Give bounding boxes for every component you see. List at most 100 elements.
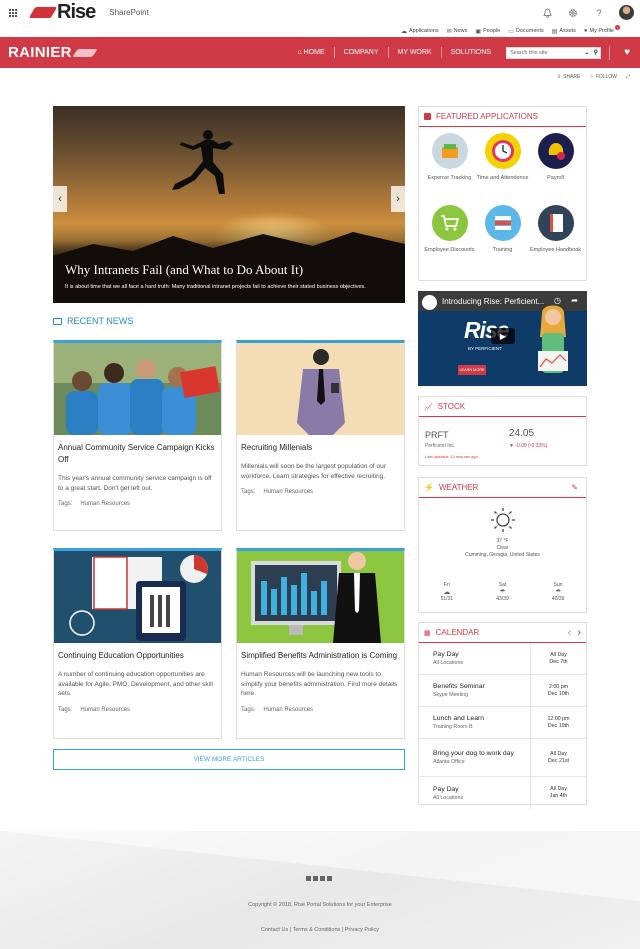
- featured-applications-header: FEATURED APPLICATIONS: [419, 107, 586, 127]
- quicklink-documents[interactable]: ▭ Documents: [508, 28, 544, 35]
- search-input[interactable]: Search this site ⌄ ⚲: [506, 46, 602, 59]
- forecast-day: Sat ☂ 43/39: [496, 582, 509, 603]
- linkedin-icon[interactable]: [320, 876, 325, 881]
- rise-logo-text: Rise: [57, 1, 96, 23]
- forecast-day: Fri ☁ 51/31: [441, 582, 454, 603]
- sharepoint-label[interactable]: SharePoint: [109, 8, 149, 17]
- quicklink-label: Applications: [408, 28, 439, 34]
- chevron-down-icon[interactable]: ⌄: [584, 49, 589, 56]
- hero-carousel[interactable]: ‹ › Why Intranets Fail (and What to Do A…: [53, 106, 405, 303]
- help-icon[interactable]: ?: [593, 7, 605, 19]
- nav-my-work[interactable]: MY WORK: [387, 47, 441, 58]
- intro-video[interactable]: Introducing Rise: Perficient... ◷ ➦ Rise…: [418, 291, 587, 386]
- play-button[interactable]: ▶: [491, 328, 515, 344]
- quicklink-people[interactable]: ▣ People: [475, 28, 500, 35]
- news-card[interactable]: Recruiting Millenials Millenials will so…: [236, 340, 405, 531]
- forecast-day-name: Sat: [498, 582, 507, 588]
- tag-link[interactable]: Human Resources: [263, 489, 313, 495]
- quicklink-label: Assets: [559, 28, 576, 34]
- event-title[interactable]: Lunch and Learn: [433, 715, 530, 723]
- news-card-title[interactable]: Continuing Education Opportunities: [54, 650, 221, 662]
- tag-link[interactable]: Human Resources: [263, 707, 313, 713]
- follow-button[interactable]: ☆ FOLLOW: [589, 74, 617, 80]
- calendar-event[interactable]: Pay Day All Locations All Day Jan 4th: [419, 777, 586, 809]
- hero-subtitle: It is about time that we all face a hard…: [65, 284, 366, 290]
- suite-bar: Rise SharePoint ?: [0, 0, 640, 25]
- volunteers-image: [54, 343, 221, 435]
- forecast-range: 51/31: [440, 596, 454, 602]
- heart-icon[interactable]: ♥: [624, 47, 630, 58]
- event-title[interactable]: Pay Day: [433, 651, 530, 659]
- calendar-event[interactable]: Lunch and Learn Training Room B 12:00 pm D…: [419, 707, 586, 739]
- calendar-event[interactable]: Benefits Seminar Skype Meeting 2:00 pm Dec…: [419, 675, 586, 707]
- news-card-title[interactable]: Annual Community Service Campaign Kicks …: [54, 442, 221, 466]
- app-employee-handbook[interactable]: Employee Handbook: [529, 205, 582, 269]
- nav-company[interactable]: COMPANY: [333, 47, 388, 58]
- rise-swoosh-icon: [28, 7, 58, 18]
- forecast-day-name: Fri: [443, 582, 450, 588]
- nav-divider: [609, 45, 611, 60]
- forecast-day-name: Sun: [553, 582, 563, 588]
- calendar-event[interactable]: Bring your dog to work day Atlanta Office…: [419, 739, 586, 777]
- nav-home[interactable]: ⌂ HOME: [288, 47, 333, 58]
- money-bag-icon: [537, 133, 574, 169]
- gear-icon[interactable]: [567, 7, 579, 19]
- tag-link[interactable]: Human Resources: [80, 501, 130, 507]
- stock-change: ▼ -0.08 (-0.33%): [509, 443, 548, 449]
- calendar-next-button[interactable]: ›: [577, 627, 581, 639]
- calendar-event[interactable]: Pay Day All Locations All Day Dec 7th: [419, 643, 586, 675]
- weather-widget: ⚡ WEATHER ✎ 37 °F Clear Cumming, Georgia…: [418, 477, 587, 613]
- avatar[interactable]: [619, 5, 634, 20]
- nav-solutions-label: SOLUTIONS: [450, 49, 492, 56]
- news-card-title[interactable]: Recruiting Millenials: [237, 442, 404, 454]
- app-launcher-button[interactable]: [0, 0, 26, 25]
- share-button[interactable]: ⇪ SHARE: [557, 74, 580, 80]
- app-expense-tracking[interactable]: Expense Tracking: [423, 133, 476, 197]
- education-image: [54, 551, 221, 643]
- stock-symbol: PRFT: [425, 430, 449, 440]
- rainier-logo[interactable]: RAINIER: [8, 44, 98, 61]
- carousel-prev-button[interactable]: ‹: [53, 186, 67, 212]
- stock-title: STOCK: [437, 402, 466, 411]
- tag-link[interactable]: Human Resources: [80, 707, 130, 713]
- app-payroll[interactable]: Payroll: [529, 133, 582, 197]
- quicklink-applications[interactable]: ☁ Applications: [401, 28, 439, 35]
- facebook-icon[interactable]: [306, 876, 311, 881]
- news-card[interactable]: Continuing Education Opportunities A num…: [53, 548, 222, 739]
- featured-applications-title: FEATURED APPLICATIONS: [436, 112, 538, 121]
- event-title[interactable]: Pay Day: [433, 786, 530, 794]
- hero-title[interactable]: Why Intranets Fail (and What to Do About…: [65, 262, 303, 278]
- quicklink-assets[interactable]: ▤ Assets: [552, 28, 576, 35]
- video-learn-more[interactable]: LEARN MORE: [458, 365, 486, 375]
- quicklink-my-profile[interactable]: ● My Profile!: [584, 25, 620, 34]
- focus-mode-button[interactable]: ⤢: [626, 74, 630, 80]
- news-card[interactable]: Annual Community Service Campaign Kicks …: [53, 340, 222, 531]
- quicklink-news[interactable]: ✉ News: [447, 28, 468, 35]
- event-date: Dec 21st: [548, 757, 569, 764]
- weather-condition: Clear: [496, 545, 509, 551]
- news-card[interactable]: Simplified Benefits Administration is Co…: [236, 548, 405, 739]
- event-title[interactable]: Benefits Seminar: [433, 683, 530, 691]
- search-icon[interactable]: ⚲: [594, 49, 598, 56]
- view-more-articles-button[interactable]: VIEW MORE ARTICLES: [53, 749, 405, 770]
- edit-icon[interactable]: ✎: [571, 483, 578, 492]
- app-employee-discounts[interactable]: Employee Discounts: [423, 205, 476, 269]
- nav-solutions[interactable]: SOLUTIONS: [440, 47, 500, 58]
- perficient-logo: [422, 295, 437, 310]
- weather-title: WEATHER: [438, 483, 479, 492]
- share-icon: ⇪: [556, 74, 562, 80]
- event-title[interactable]: Bring your dog to work day: [433, 750, 530, 758]
- calendar-prev-button[interactable]: ‹: [568, 627, 572, 639]
- rain-icon: ☂: [554, 589, 562, 596]
- news-card-title[interactable]: Simplified Benefits Administration is Co…: [237, 650, 404, 662]
- news-card-desc: Millenials will soon be the largest popu…: [241, 463, 386, 480]
- twitter-icon[interactable]: [313, 876, 318, 881]
- weather-header: ⚡ WEATHER ✎: [419, 478, 586, 498]
- app-time-and-attendence[interactable]: Time and Attendence: [476, 133, 529, 197]
- bell-icon[interactable]: [541, 7, 553, 19]
- app-training[interactable]: Training: [476, 205, 529, 269]
- carousel-next-button[interactable]: ›: [391, 186, 405, 212]
- rise-logo[interactable]: Rise: [28, 1, 96, 24]
- footer-links[interactable]: Contact Us | Terms & Conditions | Privac…: [0, 927, 640, 933]
- instagram-icon[interactable]: [327, 876, 332, 881]
